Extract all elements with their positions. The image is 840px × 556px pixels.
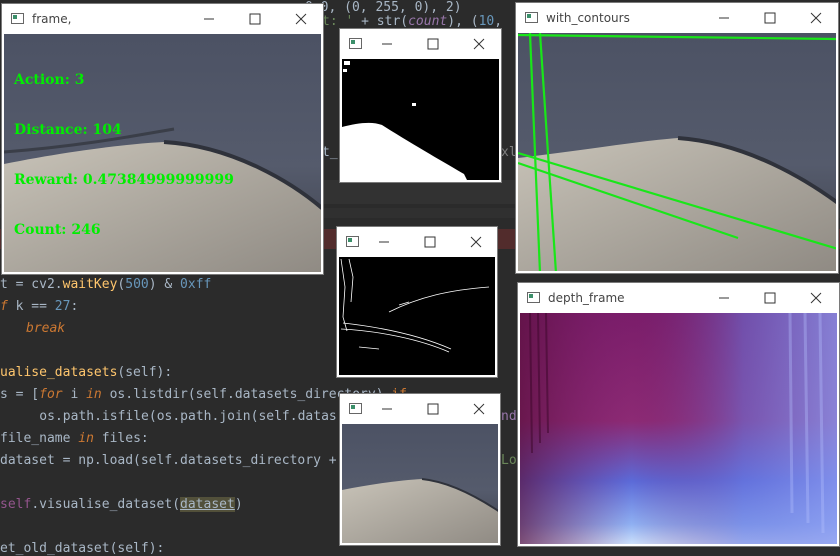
overlay-reward: Reward: 0.47384999999999	[14, 172, 234, 188]
code-line-visualise-call: self.visualise_dataset(dataset)	[0, 497, 243, 512]
maximize-icon[interactable]	[422, 398, 444, 420]
code-line-get-old-dataset: et_old_dataset(self):	[0, 541, 165, 556]
depth-map-view	[520, 313, 837, 544]
overlay-distance: Distance: 104	[14, 122, 122, 138]
contours-window-titlebar[interactable]: with_contours	[516, 3, 838, 33]
frame-window-titlebar[interactable]: frame,	[2, 4, 323, 34]
edges-view	[339, 257, 495, 375]
close-icon[interactable]	[468, 33, 490, 55]
code-line-color-args: 0.0, (0, 255, 0), 2)	[305, 0, 462, 15]
code-line-np-load-tail: Lo	[501, 453, 517, 468]
frame-window[interactable]: frame, Action: 3 Distance: 104 Reward: 0…	[1, 3, 324, 275]
depth-frame-window[interactable]: depth_frame	[517, 282, 840, 547]
window-app-icon	[346, 236, 359, 247]
overlay-count: Count: 246	[14, 222, 101, 238]
mask-window[interactable]	[339, 28, 502, 183]
minimize-icon[interactable]	[198, 8, 220, 30]
code-line-isfile: os.path.isfile(os.path.join(self.datas	[8, 409, 337, 424]
depth-frame-window-title: depth_frame	[548, 291, 625, 305]
window-app-icon	[11, 13, 24, 24]
frame-window-title: frame,	[32, 12, 72, 26]
close-icon[interactable]	[805, 7, 827, 29]
maximize-icon[interactable]	[759, 7, 781, 29]
close-icon[interactable]	[465, 231, 487, 253]
minimize-icon[interactable]	[713, 287, 735, 309]
minimize-icon[interactable]	[713, 7, 735, 29]
close-icon[interactable]	[468, 398, 490, 420]
window-app-icon	[525, 12, 538, 23]
edges-window[interactable]	[336, 226, 498, 378]
maximize-icon[interactable]	[244, 8, 266, 30]
close-icon[interactable]	[290, 8, 312, 30]
minimize-icon[interactable]	[376, 398, 398, 420]
code-line-waitkey: t = cv2.waitKey(500) & 0xff	[0, 277, 212, 292]
code-line-for-file: file_name in files:	[0, 431, 149, 446]
code-line-break: break	[26, 321, 66, 336]
frame-camera-view: Action: 3 Distance: 104 Reward: 0.473849…	[4, 34, 321, 272]
small-camera-window-titlebar[interactable]	[340, 394, 500, 424]
minimize-icon[interactable]	[376, 33, 398, 55]
contours-window[interactable]: with_contours	[515, 2, 839, 274]
contours-view	[518, 33, 836, 271]
code-line-np-load: dataset = np.load(self.datasets_director…	[0, 453, 345, 468]
small-camera-window[interactable]	[339, 393, 501, 546]
window-app-icon	[527, 292, 540, 303]
code-line-def-visualise-datasets: ualise_datasets(self):	[0, 365, 173, 380]
mask-view	[342, 59, 499, 180]
window-app-icon	[349, 403, 362, 414]
window-app-icon	[349, 38, 362, 49]
code-line-isfile-tail: nd	[501, 409, 517, 424]
maximize-icon[interactable]	[419, 231, 441, 253]
minimize-icon[interactable]	[373, 231, 395, 253]
maximize-icon[interactable]	[422, 33, 444, 55]
mask-window-titlebar[interactable]	[340, 29, 501, 59]
contours-window-title: with_contours	[546, 11, 630, 25]
code-line-fragment-a: t_	[322, 145, 338, 160]
maximize-icon[interactable]	[759, 287, 781, 309]
edges-window-titlebar[interactable]	[337, 227, 497, 257]
code-line-puttext: t: ' + str(count), (10,	[322, 14, 510, 29]
overlay-action: Action: 3	[14, 72, 85, 88]
close-icon[interactable]	[805, 287, 827, 309]
small-camera-view	[342, 424, 498, 543]
depth-frame-window-titlebar[interactable]: depth_frame	[518, 283, 839, 313]
code-line-if-k: f k == 27:	[0, 299, 79, 314]
